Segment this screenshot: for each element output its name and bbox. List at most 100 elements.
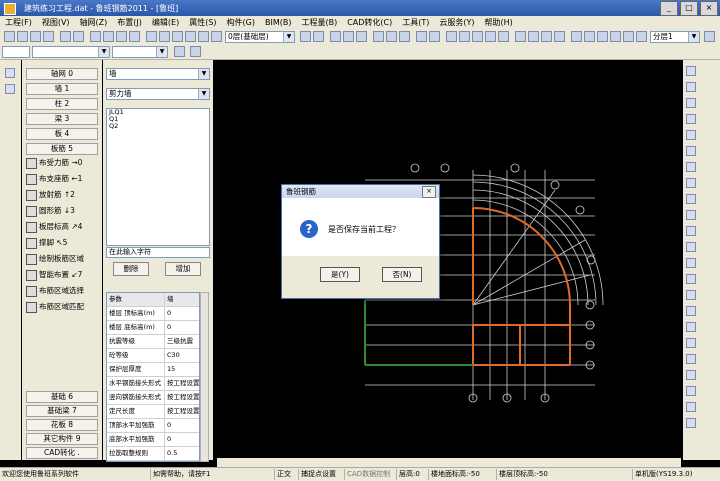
category-cad-button[interactable]: CAD转化 .: [26, 447, 98, 459]
category-slab-button[interactable]: 板 4: [26, 128, 98, 140]
no-button[interactable]: 否(N): [382, 267, 422, 282]
check-icon[interactable]: [343, 31, 354, 42]
mirror-icon[interactable]: [116, 31, 127, 42]
menu-project[interactable]: 工程(F): [0, 16, 37, 29]
lock-icon[interactable]: [584, 31, 595, 42]
export-icon[interactable]: [686, 418, 696, 428]
copy-component-icon[interactable]: [686, 258, 696, 268]
redo-icon[interactable]: [73, 31, 84, 42]
category-wall-button[interactable]: 墙 1: [26, 83, 98, 95]
extend-icon[interactable]: [159, 31, 170, 42]
menu-help[interactable]: 帮助(H): [480, 16, 518, 29]
list-item[interactable]: Q1: [107, 116, 209, 123]
array-icon[interactable]: [686, 274, 696, 284]
snap-settings-button[interactable]: 捕捉点设置: [298, 469, 343, 480]
delete-icon[interactable]: [211, 31, 222, 42]
menu-layout[interactable]: 布置(J): [112, 16, 147, 29]
menu-tools[interactable]: 工具(T): [397, 16, 434, 29]
menu-cloud[interactable]: 云服务(Y): [434, 16, 479, 29]
plan-view-icon[interactable]: [386, 31, 397, 42]
tool-slab-elevation[interactable]: 板层标高 ↗4: [26, 220, 100, 234]
zoom-window-icon[interactable]: [485, 31, 496, 42]
open-icon[interactable]: [17, 31, 28, 42]
filter-icon[interactable]: [597, 31, 608, 42]
category-beam-button[interactable]: 梁 3: [26, 113, 98, 125]
table-icon[interactable]: [686, 114, 696, 124]
print-icon[interactable]: [43, 31, 54, 42]
rotate-component-icon[interactable]: [686, 210, 696, 220]
3d-view-icon[interactable]: [373, 31, 384, 42]
table-row[interactable]: 楼层 顶标高(m) 0: [107, 307, 199, 321]
category-slab-rebar-button[interactable]: 板筋 5: [26, 143, 98, 155]
pan-icon[interactable]: [446, 31, 457, 42]
report-icon[interactable]: [356, 31, 367, 42]
person-icon[interactable]: [686, 242, 696, 252]
component-list[interactable]: JLQ1 Q1 Q2: [106, 108, 210, 246]
axis-icon[interactable]: [5, 84, 15, 94]
text-icon[interactable]: [429, 31, 440, 42]
menu-attributes[interactable]: 属性(S): [184, 16, 221, 29]
merge-icon[interactable]: [686, 322, 696, 332]
binoculars-icon[interactable]: [686, 98, 696, 108]
rotate-icon[interactable]: [129, 31, 140, 42]
calc-icon[interactable]: [313, 31, 324, 42]
table-row[interactable]: 抗震等级 三级抗震: [107, 335, 199, 349]
category-other-button[interactable]: 其它构件 9: [26, 433, 98, 445]
delete-button[interactable]: 删除: [113, 262, 149, 276]
table-row[interactable]: 底部水平加强筋 0: [107, 433, 199, 447]
zoom-in-icon[interactable]: [459, 31, 470, 42]
cad-data-control[interactable]: CAD数据控制: [344, 469, 395, 480]
select-icon[interactable]: [5, 68, 15, 78]
layer-icon[interactable]: [330, 31, 341, 42]
dimension-toggle-icon[interactable]: [686, 178, 696, 188]
copy-icon[interactable]: [90, 31, 101, 42]
section-icon[interactable]: [399, 31, 410, 42]
edit-rebar-icon[interactable]: [686, 146, 696, 156]
tool-draw-rebar-region[interactable]: 绘制板筋区域: [26, 252, 100, 266]
trim-icon[interactable]: [146, 31, 157, 42]
tool-region-select[interactable]: 布筋区域选择: [26, 284, 100, 298]
refresh-icon[interactable]: [515, 31, 526, 42]
tool-support-leg[interactable]: 撑脚 ↖5: [26, 236, 100, 250]
layers-icon[interactable]: [636, 31, 647, 42]
name-combo[interactable]: ▼: [112, 46, 168, 58]
floor-select[interactable]: 0层(基础层) ▼: [225, 31, 295, 43]
move-icon[interactable]: [103, 31, 114, 42]
list-item[interactable]: Q2: [107, 123, 209, 130]
menu-edit[interactable]: 编辑(E): [147, 16, 184, 29]
category-flower-slab-button[interactable]: 花板 8: [26, 419, 98, 431]
maximize-button[interactable]: □: [680, 1, 698, 16]
elevation-icon[interactable]: [686, 354, 696, 364]
new-icon[interactable]: [4, 31, 15, 42]
menu-components[interactable]: 构件(G): [222, 16, 260, 29]
category-foundation-beam-button[interactable]: 基础梁 7: [26, 405, 98, 417]
table-row[interactable]: 楼层 底标高(m) 0: [107, 321, 199, 335]
settings-icon[interactable]: [610, 31, 621, 42]
close-button[interactable]: ×: [700, 1, 718, 16]
table-row[interactable]: 砼等级 C30: [107, 349, 199, 363]
properties-scrollbar[interactable]: [200, 292, 209, 462]
split-icon[interactable]: [686, 306, 696, 316]
minimize-button[interactable]: _: [660, 1, 678, 16]
tool-smart-layout[interactable]: 智能布置 ↙7: [26, 268, 100, 282]
component-subtype-select[interactable]: 剪力墙 ▼: [106, 88, 210, 100]
measure-icon[interactable]: [528, 31, 539, 42]
more-icon[interactable]: [704, 31, 715, 42]
category-column-button[interactable]: 柱 2: [26, 98, 98, 110]
section-view-icon[interactable]: [686, 370, 696, 380]
category-axis-button[interactable]: 轴网 0: [26, 68, 98, 80]
save-icon[interactable]: [30, 31, 41, 42]
dimension-icon[interactable]: [416, 31, 427, 42]
menu-axis[interactable]: 轴网(Z): [75, 16, 113, 29]
menu-cad[interactable]: CAD转化(C): [342, 16, 397, 29]
snap-icon[interactable]: [686, 66, 696, 76]
table-row[interactable]: 拉筋取整规则 0.5: [107, 447, 199, 461]
component-combo[interactable]: ▼: [32, 46, 110, 58]
category-foundation-button[interactable]: 基础 6: [26, 391, 98, 403]
properties-icon[interactable]: [554, 31, 565, 42]
table-row[interactable]: 竖向钢筋接头形式 按工程设置: [107, 391, 199, 405]
zoom-out-icon[interactable]: [472, 31, 483, 42]
yes-button[interactable]: 是(Y): [320, 267, 360, 282]
attribute-icon[interactable]: [174, 46, 185, 57]
table-row[interactable]: 水平钢筋接头形式 按工程设置: [107, 377, 199, 391]
